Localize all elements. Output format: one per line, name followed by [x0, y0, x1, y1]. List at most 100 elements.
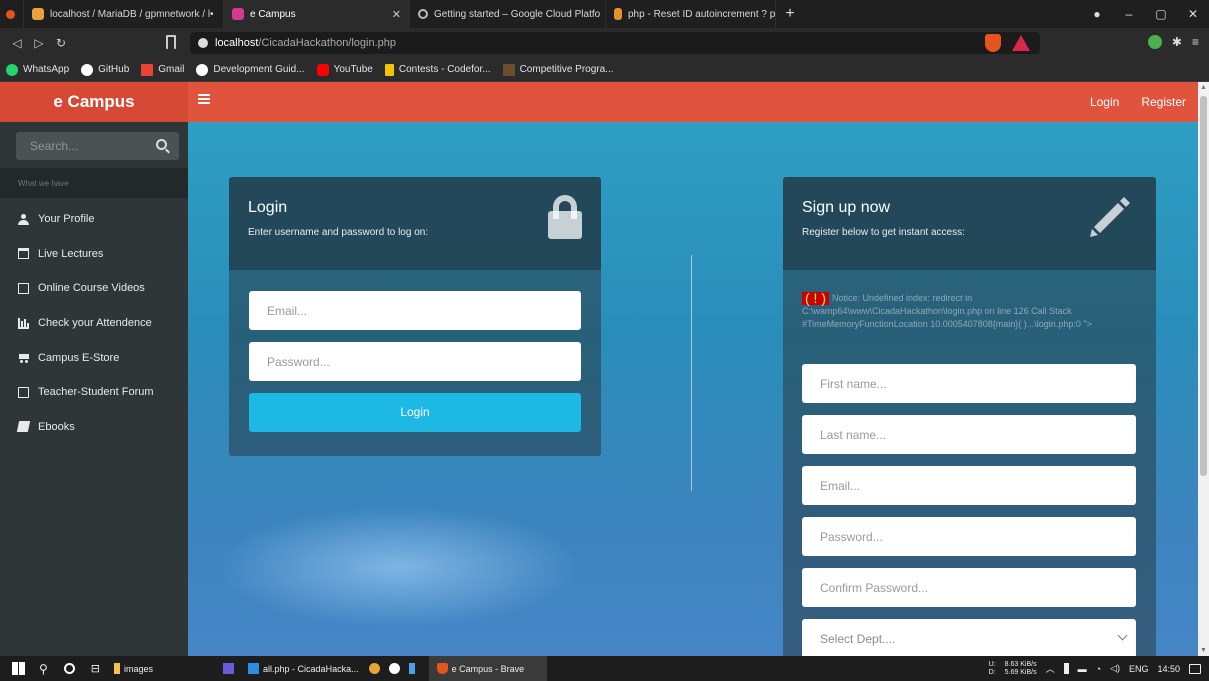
sidebar-item-teacher-student-forum[interactable]: Teacher-Student Forum [0, 375, 188, 410]
volume-icon[interactable]: ◁) [1110, 663, 1120, 674]
back-icon[interactable]: ◁ [6, 36, 28, 50]
search-placeholder: Search... [30, 139, 79, 153]
top-links: Login Register [1090, 82, 1186, 122]
battery-icon[interactable] [1063, 663, 1069, 674]
last-name-input[interactable] [802, 415, 1136, 454]
bookmark-competitive-programming[interactable]: Competitive Progra... [502, 63, 614, 76]
folder-icon [114, 663, 121, 674]
cortana-icon[interactable] [63, 663, 75, 674]
tab-ecampus[interactable]: e Campus ✕ [224, 0, 410, 28]
lock-icon [548, 195, 582, 239]
bookmark-icon[interactable] [166, 35, 176, 49]
brave-shield-icon[interactable] [985, 34, 1001, 52]
taskbar-vscode[interactable]: all.php - CicadaHacka... [248, 663, 359, 674]
github-icon [81, 63, 94, 76]
page-scrollbar[interactable]: ▲ ▼ [1198, 82, 1209, 656]
scroll-down-icon[interactable]: ▼ [1200, 647, 1207, 654]
profile-icon[interactable]: ● [1081, 7, 1113, 21]
dept-select-value: Select Dept.... [820, 631, 896, 646]
notifications-icon[interactable] [1189, 663, 1201, 674]
signup-title: Sign up now [802, 199, 891, 216]
bookmark-codeforces[interactable]: Contests - Codefor... [384, 63, 491, 76]
register-link[interactable]: Register [1141, 95, 1186, 109]
url-input[interactable]: localhost/CicadaHackathon/login.php [190, 32, 1040, 54]
language-indicator[interactable]: ENG [1129, 664, 1149, 674]
forward-icon[interactable]: ▷ [28, 36, 50, 50]
login-button[interactable]: Login [249, 393, 581, 432]
clock[interactable]: 14:50 [1157, 664, 1180, 674]
sidebar-search-input[interactable]: Search... [16, 132, 179, 160]
php-notice-text: Notice: Undefined index: redirect in C:\… [802, 293, 1092, 329]
address-bar-row: ◁ ▷ ↻ localhost/CicadaHackathon/login.ph… [0, 28, 1209, 58]
brave-rewards-icon[interactable] [1012, 35, 1030, 51]
chrome-icon[interactable] [368, 663, 380, 674]
windows-start-icon[interactable] [12, 662, 25, 675]
gmail-icon [141, 63, 154, 76]
phpmyadmin-icon [32, 8, 44, 20]
minimize-button[interactable]: – [1113, 7, 1145, 21]
dept-select[interactable]: Select Dept.... [802, 619, 1136, 656]
monitor-icon[interactable]: ▬ [1078, 664, 1087, 674]
chevron-down-icon [1117, 630, 1128, 641]
bookmark-whatsapp[interactable]: WhatsApp [6, 63, 69, 76]
sidebar-item-ebooks[interactable]: Ebooks [0, 410, 188, 445]
tab-phpmyadmin[interactable]: localhost / MariaDB / gpmnetwork / l• [24, 0, 224, 28]
bookmarks-bar: WhatsApp GitHub Gmail Development Guid..… [0, 58, 1209, 82]
sidebar-item-live-lectures[interactable]: Live Lectures [0, 237, 188, 272]
sidebar-item-your-profile[interactable]: Your Profile [0, 202, 188, 237]
login-email-input[interactable] [249, 291, 581, 330]
reload-icon[interactable]: ↻ [50, 36, 72, 50]
signup-password-input[interactable] [802, 517, 1136, 556]
obs-icon[interactable] [388, 663, 400, 674]
confirm-password-input[interactable] [802, 568, 1136, 607]
brave-menu-tab[interactable] [0, 0, 24, 28]
taskbar-images[interactable]: images [114, 663, 153, 674]
puzzle-icon[interactable]: ✱ [1172, 35, 1182, 49]
brand-logo[interactable]: e Campus [0, 82, 188, 122]
codeforces-icon [384, 63, 394, 76]
search-icon[interactable] [156, 139, 167, 150]
login-password-input[interactable] [249, 342, 581, 381]
system-tray: U: 8.63 KiB/s D: 5.69 KiB/s ︿ ▬ ◔ ◁) ENG 1… [989, 656, 1201, 681]
signup-subtitle: Register below to get instant access: [802, 227, 965, 238]
tab-stackoverflow[interactable]: php - Reset ID autoincrement ? phpm [606, 0, 776, 28]
sidebar-item-online-course-videos[interactable]: Online Course Videos [0, 271, 188, 306]
scroll-up-icon[interactable]: ▲ [1200, 84, 1207, 91]
task-view-icon[interactable]: ⊟ [91, 662, 100, 675]
chevron-up-icon[interactable]: ︿ [1046, 662, 1055, 675]
php-notice: ( ! ) Notice: Undefined index: redirect i… [802, 291, 1142, 331]
bookmark-development-guide[interactable]: Development Guid... [196, 63, 305, 76]
search-icon[interactable]: ⚲ [39, 662, 48, 676]
maximize-button[interactable]: ▢ [1145, 7, 1177, 21]
scrollbar-thumb[interactable] [1200, 96, 1207, 476]
github-icon [196, 63, 209, 76]
new-tab-button[interactable]: + [776, 5, 804, 23]
bookmark-youtube[interactable]: YouTube [316, 63, 373, 76]
wifi-icon[interactable]: ◔ [1096, 664, 1101, 674]
close-window-button[interactable]: ✕ [1177, 7, 1209, 21]
extension-green-icon[interactable] [1147, 35, 1162, 49]
whatsapp-icon [6, 63, 18, 76]
php-notice-badge: ( ! ) [802, 291, 829, 305]
tab-google-cloud[interactable]: Getting started – Google Cloud Platfo [410, 0, 606, 28]
network-speed: U: 8.63 KiB/s D: 5.69 KiB/s [988, 660, 1037, 676]
menu-icon[interactable]: ≡ [1192, 35, 1199, 49]
stackoverflow-icon [614, 8, 622, 20]
visual-studio-icon[interactable] [223, 663, 235, 674]
login-panel-header: Login Enter username and password to log… [229, 177, 601, 270]
login-panel: Login Enter username and password to log… [229, 177, 601, 456]
sidebar-item-campus-e-store[interactable]: Campus E-Store [0, 340, 188, 375]
signup-email-input[interactable] [802, 466, 1136, 505]
close-tab-icon[interactable]: ✕ [386, 8, 401, 21]
ecampus-favicon-icon [232, 8, 244, 20]
first-name-input[interactable] [802, 364, 1136, 403]
notes-icon[interactable] [408, 663, 415, 674]
hamburger-menu-icon[interactable] [198, 94, 210, 104]
taskbar-brave[interactable]: e Campus - Brave [428, 656, 547, 681]
bookmark-github[interactable]: GitHub [81, 63, 129, 76]
signup-panel: Sign up now Register below to get instan… [783, 177, 1156, 656]
sidebar-item-check-attendence[interactable]: Check your Attendence [0, 306, 188, 341]
login-link[interactable]: Login [1090, 95, 1119, 109]
bookmark-gmail[interactable]: Gmail [141, 63, 184, 76]
cc-icon [502, 63, 515, 76]
